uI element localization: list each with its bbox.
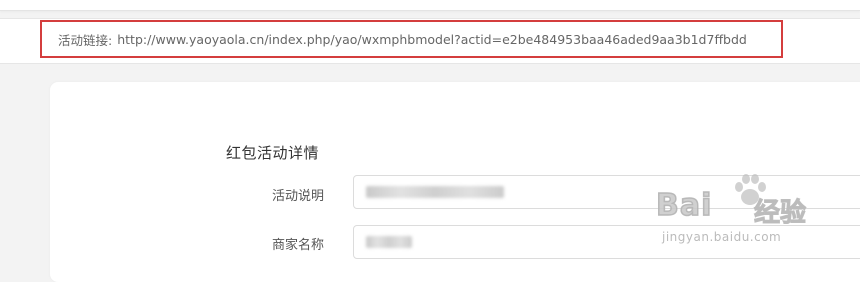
watermark-url: jingyan.baidu.com: [662, 230, 782, 244]
blurred-value: [366, 186, 504, 198]
blurred-value: [366, 236, 412, 248]
field-label-merchant: 商家名称: [271, 238, 324, 253]
baidu-jingyan-watermark: Bai 经验 jingyan.baidu.com: [655, 168, 856, 260]
field-label-description: 活动说明: [271, 189, 324, 204]
watermark-brand-suffix: 经验: [753, 198, 807, 229]
section-title: 红包活动详情: [226, 144, 320, 162]
activity-link-url[interactable]: http://www.yaoyaola.cn/index.php/yao/wxm…: [117, 32, 747, 47]
watermark-brand: Bai: [655, 187, 713, 224]
activity-link-label: 活动链接:: [58, 32, 113, 48]
top-card-edge: [0, 0, 860, 11]
activity-link-highlight: 活动链接: http://www.yaoyaola.cn/index.php/y…: [40, 20, 783, 58]
